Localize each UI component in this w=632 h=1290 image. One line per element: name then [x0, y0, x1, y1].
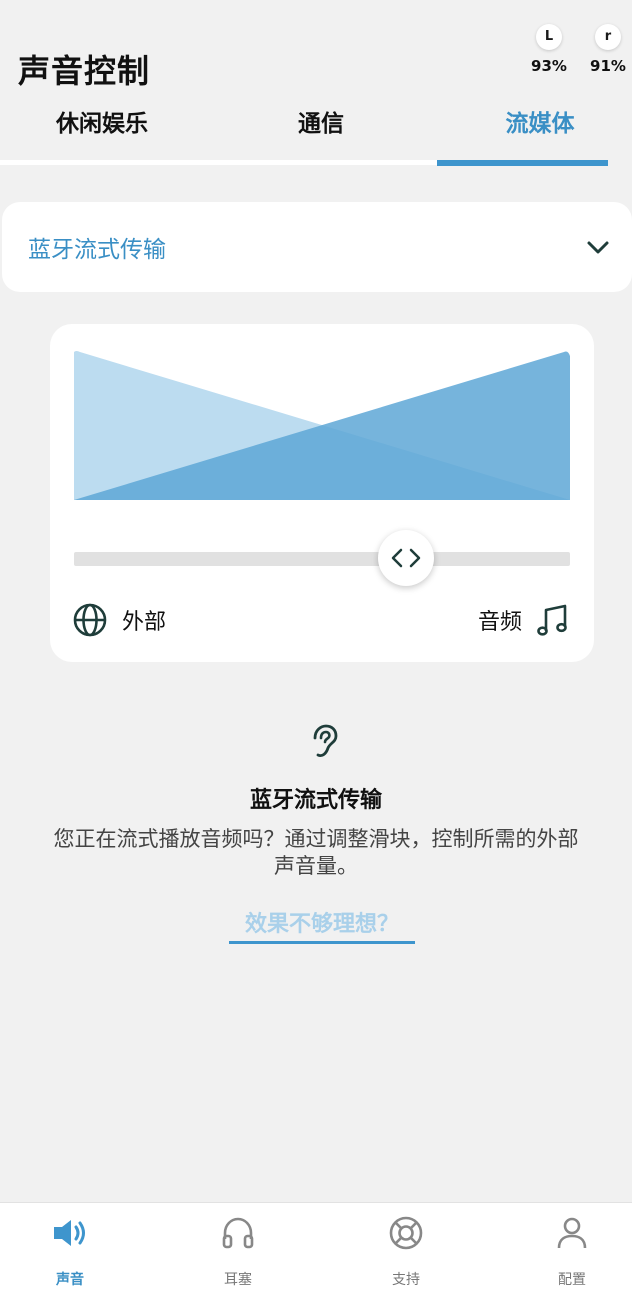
- program-dropdown[interactable]: 蓝牙流式传输: [2, 202, 632, 292]
- nav-support[interactable]: 支持: [346, 1203, 466, 1290]
- globe-icon: [73, 603, 107, 637]
- right-earbud-battery: r 91%: [583, 24, 632, 75]
- right-battery-percent: 91%: [590, 57, 626, 75]
- left-battery-percent: 93%: [531, 57, 567, 75]
- left-earbud-battery: L 93%: [524, 24, 574, 75]
- left-earbud-label: L: [536, 24, 562, 50]
- lifebuoy-icon: [389, 1216, 423, 1250]
- user-icon: [557, 1217, 587, 1249]
- nav-support-label: 支持: [392, 1272, 420, 1288]
- balance-visualization: [74, 351, 570, 500]
- music-note-icon: [537, 604, 567, 636]
- slider-arrows-icon: [392, 548, 421, 568]
- nav-settings[interactable]: 配置: [512, 1203, 632, 1290]
- info-title: 蓝牙流式传输: [249, 788, 382, 813]
- ear-icon: [313, 724, 338, 757]
- audio-label-group: 音频: [478, 602, 570, 638]
- balance-slider-track[interactable]: [74, 552, 570, 566]
- speaker-icon: [54, 1220, 85, 1246]
- external-sound-label: 外部: [122, 610, 167, 635]
- nav-sound-label: 声音: [56, 1272, 84, 1288]
- tab-streaming[interactable]: 流媒体: [454, 100, 626, 160]
- tab-communication[interactable]: 通信: [250, 100, 392, 160]
- chevron-down-icon: [587, 241, 609, 254]
- nav-earbuds-label: 耳塞: [224, 1272, 252, 1288]
- balance-slider-thumb[interactable]: [378, 530, 435, 586]
- info-description: 您正在流式播放音频吗？通过调整滑块，控制所需的外部声音量。: [53, 827, 579, 878]
- tab-bar: 休闲娱乐 通信 流媒体: [18, 100, 626, 168]
- active-tab-indicator: [437, 160, 608, 166]
- bottom-nav: 声音 耳塞 支持 配置: [0, 1202, 632, 1290]
- headphones-icon: [222, 1217, 254, 1249]
- audio-label: 音频: [477, 610, 522, 635]
- page-title: 声音控制: [18, 52, 151, 90]
- external-sound-label-group: 外部: [72, 602, 166, 638]
- tab-leisure[interactable]: 休闲娱乐: [18, 100, 186, 160]
- balance-card: 外部 音频: [50, 324, 594, 662]
- nav-settings-label: 配置: [558, 1272, 586, 1288]
- right-earbud-label: r: [595, 24, 621, 50]
- nav-earbuds[interactable]: 耳塞: [178, 1203, 298, 1290]
- not-satisfied-link[interactable]: 效果不够理想？: [229, 906, 415, 944]
- program-dropdown-value: 蓝牙流式传输: [28, 237, 166, 263]
- nav-sound[interactable]: 声音: [10, 1203, 130, 1290]
